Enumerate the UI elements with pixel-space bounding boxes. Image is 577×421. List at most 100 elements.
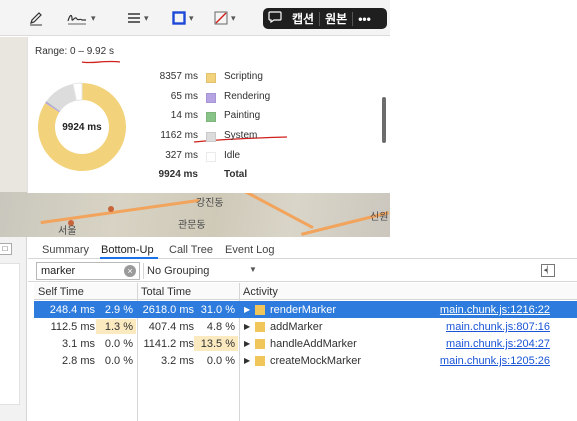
devtools-panel: □ Summary Bottom-Up Call Tree Event Log … [0,237,577,421]
function-icon [255,322,265,332]
caption-button[interactable]: 캡션 [287,10,319,27]
legend-row-total: 9924 ms Total [148,169,328,183]
divider [143,263,144,279]
source-link[interactable]: main.chunk.js:807:16 [446,321,550,333]
legend-swatch [206,93,216,103]
total-time-ms: 2618.0 ms [142,304,194,316]
details-tabs: Summary Bottom-Up Call Tree Event Log [28,237,577,259]
source-link[interactable]: main.chunk.js:1205:26 [440,355,550,367]
activity-name: handleAddMarker [270,338,357,350]
more-button[interactable]: ••• [353,12,376,26]
screenshot-actions-pill: 캡션 원본 ••• [263,8,387,29]
legend-row-idle: 327 ms Idle [148,150,328,164]
pen-tool-button[interactable] [28,8,44,28]
chevron-down-icon: ▾ [189,12,194,23]
total-label: Total [224,169,248,180]
total-time-pct: 13.5 % [194,336,238,351]
tab-call-tree[interactable]: Call Tree [169,244,213,256]
legend-swatch [206,73,216,83]
column-header-self-time[interactable]: Self Time [38,286,84,298]
table-header: Self Time Total Time Activity [34,283,577,300]
border-color-icon [172,11,186,25]
expand-arrow-icon[interactable]: ▶ [244,356,250,365]
devtools-left-gutter: □ [0,237,27,421]
donut-center-label: 9924 ms [62,121,102,133]
self-time-pct: 1.3 % [96,319,136,334]
expand-arrow-icon[interactable]: ▶ [244,305,250,314]
map-poi-dot [108,206,114,212]
range-label: Range: 0 – 9.92 s [35,46,114,57]
line-style-button[interactable]: ▾ [127,8,149,28]
map-label: 강진동 [196,198,224,209]
bottom-up-table: Self Time Total Time Activity 248.4 ms 2… [34,283,577,421]
range-summary-card: Range: 0 – 9.92 s 9924 ms 8357 ms Script… [27,37,390,193]
legend-ms: 8357 ms [159,71,198,82]
lines-icon [128,13,140,23]
self-time-pct: 0.0 % [104,338,133,350]
legend-name: System [224,130,258,141]
active-tab-indicator [100,257,158,259]
map-road [40,198,200,225]
border-color-button[interactable]: ▾ [172,8,194,28]
total-time-ms: 407.4 ms [148,321,194,333]
column-header-total-time[interactable]: Total Time [141,286,191,298]
map-label: 신원 [370,212,389,223]
legend-ms: 65 ms [170,91,198,102]
comment-icon[interactable] [263,11,287,26]
activity-name: renderMarker [270,304,337,316]
column-header-activity[interactable]: Activity [243,286,278,298]
legend-swatch [206,152,216,162]
expand-arrow-icon[interactable]: ▶ [244,322,250,331]
expand-arrow-icon[interactable]: ▶ [244,339,250,348]
self-time-pct: 2.9 % [104,304,133,316]
map-label: 관문동 [178,220,206,231]
legend-name: Painting [224,110,261,121]
table-row[interactable]: 112.5 ms 1.3 % 407.4 ms 4.8 % ▶ addMarke… [34,318,577,335]
source-link[interactable]: main.chunk.js:1216:22 [440,304,550,316]
chevron-down-icon[interactable]: ▼ [249,265,257,274]
red-underline-annotation [81,60,121,64]
legend-ms: 327 ms [165,150,198,161]
self-time-pct: 0.0 % [104,355,133,367]
total-time-pct: 4.8 % [206,321,235,333]
activity-name: addMarker [270,321,323,333]
scrollbar-thumb[interactable] [382,97,386,143]
clear-filter-icon[interactable]: × [124,265,136,277]
fill-color-button[interactable]: ▾ [214,8,236,28]
table-row[interactable]: 2.8 ms 0.0 % 3.2 ms 0.0 % ▶ createMockMa… [34,352,577,369]
self-time-ms: 112.5 ms [50,321,95,333]
legend-name: Idle [224,150,241,161]
side-pane [0,263,20,405]
map-background: 서울 관문동 신원 강진동 [0,192,390,237]
table-row[interactable]: 248.4 ms 2.9 % 2618.0 ms 31.0 % ▶ render… [34,301,577,318]
chevron-down-icon: ▾ [231,12,236,23]
legend-row-scripting: 8357 ms Scripting [148,71,328,85]
source-link[interactable]: main.chunk.js:204:27 [446,338,550,350]
total-time-ms: 3.2 ms [160,355,194,367]
total-time-ms: 1141.2 ms [143,338,194,350]
legend-swatch [206,112,216,122]
total-time-pct: 0.0 % [206,355,235,367]
legend-name: Scripting [224,71,263,82]
self-time-ms: 248.4 ms [49,304,95,316]
self-time-ms: 2.8 ms [61,355,95,367]
chevron-down-icon: ▾ [144,12,149,23]
legend-row-system: 1162 ms System [148,130,328,144]
panel-toggle-icon[interactable]: □ [0,243,12,255]
chevron-down-icon: ▾ [91,12,96,23]
original-button[interactable]: 원본 [320,10,352,27]
legend-swatch [206,132,216,142]
table-row[interactable]: 3.1 ms 0.0 % 1141.2 ms 13.5 % ▶ handleAd… [34,335,577,352]
legend-name: Rendering [224,91,271,102]
no-fill-icon [214,11,228,25]
tab-bottom-up[interactable]: Bottom-Up [101,244,154,256]
annotation-toolbar: ▾ ▾ ▾ ▾ 캡션 원본 ••• [0,0,390,36]
function-icon [255,356,265,366]
signature-tool-button[interactable]: ▾ [66,8,96,28]
grouping-select[interactable]: No Grouping [147,265,209,277]
sidebar-toggle-icon[interactable]: ◂▏ [541,264,555,277]
tab-event-log[interactable]: Event Log [225,244,275,256]
legend-row-painting: 14 ms Painting [148,110,328,124]
tab-summary[interactable]: Summary [42,244,89,256]
total-time-pct: 31.0 % [200,304,235,316]
